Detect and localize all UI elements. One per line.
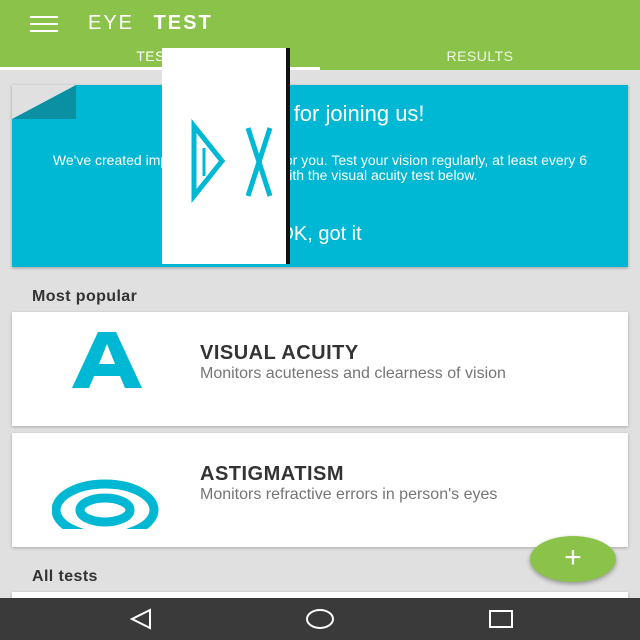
triangle-glyph-icon [191, 118, 226, 204]
test-title: VISUAL ACUITY [200, 342, 359, 364]
app-title-part1: EYE [88, 12, 135, 34]
test-card-astigmatism[interactable]: ASTIGMATISM Monitors refractive errors i… [12, 433, 628, 547]
section-label-all-tests: All tests [32, 568, 98, 585]
welcome-body: We've created important vision tests for… [52, 152, 588, 183]
letter-a-icon [52, 332, 162, 408]
test-card-visual-acuity[interactable]: VISUAL ACUITY Monitors acuteness and cle… [12, 312, 628, 426]
welcome-card: Thanks for joining us! We've created imp… [12, 85, 628, 267]
app-title-part2: TEST [153, 12, 213, 34]
hamburger-menu-icon[interactable] [30, 16, 58, 34]
add-button[interactable]: + [530, 536, 616, 582]
back-icon[interactable] [126, 606, 156, 632]
tab-results[interactable]: RESULTS [320, 44, 640, 70]
welcome-title: Thanks for joining us! [215, 101, 425, 126]
dismiss-welcome-button[interactable]: OK, got it [12, 223, 628, 246]
target-rings-icon [51, 453, 162, 541]
test-description: Monitors refractive errors in person's e… [200, 486, 498, 503]
section-label-most-popular: Most popular [32, 288, 138, 305]
overlay-glyphs [191, 118, 273, 204]
system-nav-bar [0, 598, 640, 640]
recents-icon[interactable] [486, 606, 516, 632]
overlay-edge [286, 48, 290, 264]
test-description: Monitors acuteness and clearness of visi… [200, 365, 506, 382]
overlay-panel [162, 48, 290, 264]
app-bar: EYE TEST TESTS RESULTS [0, 0, 640, 70]
home-icon[interactable] [305, 606, 335, 632]
x-glyph-icon [245, 127, 273, 197]
app-title: EYE TEST [88, 12, 213, 38]
test-title: ASTIGMATISM [200, 463, 345, 485]
